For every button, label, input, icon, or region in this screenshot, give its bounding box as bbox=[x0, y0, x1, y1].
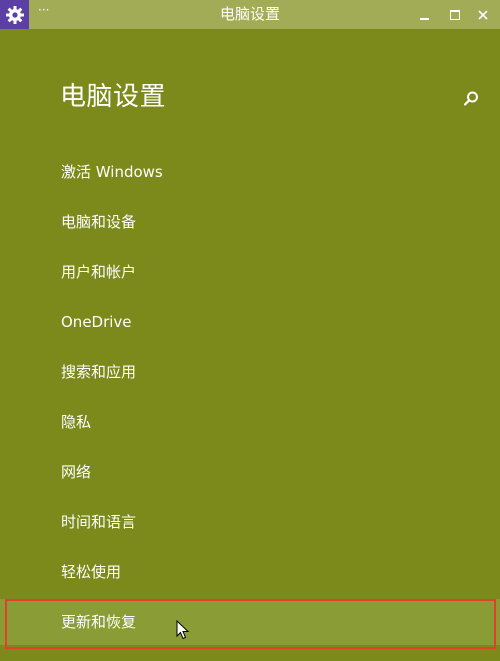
nav-item-pc-and-devices[interactable]: 电脑和设备 bbox=[0, 197, 500, 247]
search-button[interactable] bbox=[461, 89, 481, 109]
mouse-cursor-icon bbox=[176, 620, 190, 640]
nav-item-label: 电脑和设备 bbox=[61, 213, 137, 231]
page-title: 电脑设置 bbox=[60, 82, 167, 112]
title-bar: ··· 电脑设置 bbox=[0, 0, 500, 29]
nav-item-label: 时间和语言 bbox=[61, 513, 137, 531]
nav-item-label: 网络 bbox=[61, 463, 92, 481]
nav-item-update-and-recovery[interactable]: 更新和恢复 bbox=[0, 599, 500, 645]
minimize-button[interactable] bbox=[407, 0, 441, 29]
nav-item-privacy[interactable]: 隐私 bbox=[0, 397, 500, 447]
nav-item-onedrive[interactable]: OneDrive bbox=[0, 297, 500, 347]
nav-item-network[interactable]: 网络 bbox=[0, 447, 500, 497]
settings-gear-icon[interactable] bbox=[0, 0, 29, 29]
nav-item-label: 激活 Windows bbox=[61, 163, 163, 181]
nav-item-time-and-language[interactable]: 时间和语言 bbox=[0, 497, 500, 547]
nav-item-label: 更新和恢复 bbox=[61, 613, 137, 631]
nav-item-label: 轻松使用 bbox=[61, 563, 122, 581]
nav-item-accounts[interactable]: 用户和帐户 bbox=[0, 247, 500, 297]
close-icon bbox=[478, 9, 488, 20]
nav-item-label: 搜索和应用 bbox=[61, 363, 137, 381]
nav-item-label: 隐私 bbox=[61, 413, 92, 431]
nav-item-label: 用户和帐户 bbox=[61, 263, 137, 281]
close-button[interactable] bbox=[466, 0, 500, 29]
more-options-button[interactable]: ··· bbox=[38, 2, 54, 22]
maximize-icon bbox=[450, 9, 460, 20]
nav-item-ease-of-access[interactable]: 轻松使用 bbox=[0, 547, 500, 597]
minimize-icon bbox=[419, 17, 429, 20]
search-icon bbox=[463, 91, 478, 106]
nav-item-search-and-apps[interactable]: 搜索和应用 bbox=[0, 347, 500, 397]
nav-item-label: OneDrive bbox=[61, 313, 132, 331]
nav-item-activate-windows[interactable]: 激活 Windows bbox=[0, 147, 500, 197]
